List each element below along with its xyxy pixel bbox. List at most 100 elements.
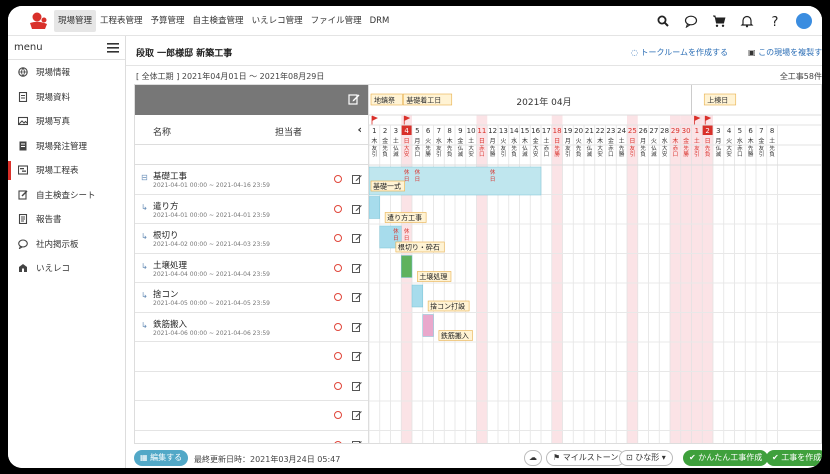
sidebar-item[interactable]: 現場資料 xyxy=(8,85,125,110)
task-rows: ⊟ 基礎工事 2021-04-01 00:00 ~ 2021-04-16 23:59… xyxy=(135,165,368,443)
edit-icon[interactable] xyxy=(352,204,362,214)
search-icon[interactable] xyxy=(656,14,670,28)
create-talkroom-link[interactable]: ◌ トークルームを作成する xyxy=(631,47,728,58)
nav-link[interactable]: ファイル管理 xyxy=(307,10,366,32)
task-bar[interactable] xyxy=(369,196,380,219)
sidebar-item-label: 自主検査シート xyxy=(36,190,96,201)
nav-icons: ? xyxy=(656,6,812,36)
holiday-column xyxy=(680,115,692,443)
edit-icon[interactable] xyxy=(352,174,362,184)
empty-row[interactable] xyxy=(135,342,368,372)
cloud-icon: ☁ xyxy=(529,453,537,462)
empty-row[interactable] xyxy=(135,401,368,431)
status-circle-icon[interactable] xyxy=(334,293,342,301)
child-indent-icon: ↳ xyxy=(141,232,148,241)
edit-icon[interactable] xyxy=(352,292,362,302)
rokuyo-label: 負 xyxy=(382,150,388,158)
sidebar-item[interactable]: 現場情報 xyxy=(8,60,125,85)
inspection-icon xyxy=(18,190,28,200)
nav-link[interactable]: 現場管理 xyxy=(54,10,97,32)
weekday-label: 月 xyxy=(565,138,571,145)
avatar[interactable] xyxy=(796,13,812,29)
edit-icon[interactable] xyxy=(352,322,362,332)
app-logo[interactable] xyxy=(28,11,50,31)
child-indent-icon: ↳ xyxy=(141,291,148,300)
status-circle-icon[interactable] xyxy=(334,352,342,360)
sidebar-item[interactable]: 現場工程表 xyxy=(8,158,125,183)
holiday-column xyxy=(401,115,412,443)
copy-site-link[interactable]: ▣ この現場を複製する xyxy=(748,47,822,58)
task-bar[interactable] xyxy=(422,314,434,337)
nav-link[interactable]: 予算管理 xyxy=(147,10,189,32)
template-button[interactable]: ⊡ ひな形 ▾ xyxy=(619,450,673,466)
status-circle-icon[interactable] xyxy=(334,175,342,183)
sidebar-item[interactable]: 現場写真 xyxy=(8,109,125,134)
rokuyo-label: 引 xyxy=(630,150,636,158)
edit-icon[interactable] xyxy=(352,351,362,361)
flag-icon: ⚑ xyxy=(553,453,561,462)
weekday-label: 木 xyxy=(447,137,453,145)
day-number: 10 xyxy=(467,127,476,135)
rokuyo-label: 仏 xyxy=(651,145,657,152)
chat-icon[interactable] xyxy=(684,14,698,28)
hamburger-icon[interactable] xyxy=(107,42,119,53)
edit-icon[interactable] xyxy=(348,93,360,105)
sidebar-item[interactable]: いえレコ xyxy=(8,256,125,281)
easy-create-button[interactable]: ✔ かんたん工事作成 xyxy=(683,450,769,466)
bell-icon[interactable] xyxy=(740,14,754,28)
milestone-label: 地鎮祭 xyxy=(374,96,395,105)
status-circle-icon[interactable] xyxy=(334,322,342,331)
table-row[interactable]: ↳ 土壌処理 2021-04-04 00:00 ~ 2021-04-04 23:59 xyxy=(135,254,368,283)
empty-row[interactable] xyxy=(135,372,368,401)
sidebar-item[interactable]: 報告書 xyxy=(8,207,125,232)
weekday-label: 金 xyxy=(533,137,539,145)
status-circle-icon[interactable] xyxy=(334,204,342,213)
table-row[interactable]: ↳ 鉄筋搬入 2021-04-06 00:00 ~ 2021-04-06 23:59 xyxy=(135,313,368,342)
nav-link[interactable]: 工程表管理 xyxy=(96,10,147,32)
weekday-label: 火 xyxy=(500,138,506,145)
flag-icon[interactable] xyxy=(371,115,378,125)
task-bar-label: 根切り・砕石 xyxy=(398,243,440,252)
table-row[interactable]: ⊟ 基礎工事 2021-04-01 00:00 ~ 2021-04-16 23:59 xyxy=(135,165,368,195)
edit-button[interactable]: ▦ 編集する xyxy=(134,450,189,466)
day-number: 2 xyxy=(705,127,709,135)
table-row[interactable]: ↳ 捨コン 2021-04-05 00:00 ~ 2021-04-05 23:59 xyxy=(135,283,368,313)
weekday-label: 月 xyxy=(490,138,496,145)
sidebar-title: menu xyxy=(14,42,43,53)
rokuyo-label: 勝 xyxy=(748,150,754,158)
milestone-button[interactable]: ⚑ マイルストーン xyxy=(546,450,626,466)
status-circle-icon[interactable] xyxy=(334,234,342,242)
collapse-icon[interactable]: ‹ xyxy=(357,123,362,136)
day-number: 5 xyxy=(738,127,742,135)
cloud-button[interactable]: ☁ xyxy=(524,450,542,466)
sidebar-item-label: 現場写真 xyxy=(36,117,71,128)
create-work-button[interactable]: ✔ 工事を作成 xyxy=(766,450,822,466)
weekday-label: 日 xyxy=(479,138,485,145)
task-name: 基礎工事 xyxy=(153,172,188,182)
order-icon xyxy=(19,141,27,151)
task-bar[interactable] xyxy=(411,284,423,308)
edit-icon[interactable] xyxy=(352,410,362,420)
status-circle-icon[interactable] xyxy=(334,263,342,272)
status-circle-icon[interactable] xyxy=(334,381,342,390)
nav-link[interactable]: DRM xyxy=(366,10,394,32)
task-dates: 2021-04-02 00:00 ~ 2021-04-03 23:59 xyxy=(153,241,270,248)
table-row[interactable]: ↳ 根切り 2021-04-02 00:00 ~ 2021-04-03 23:59 xyxy=(135,224,368,254)
assignee-column-header: 担当者 xyxy=(275,128,303,138)
cart-icon[interactable] xyxy=(712,14,726,28)
status-circle-icon[interactable] xyxy=(334,411,342,419)
sidebar-item[interactable]: 社内掲示板 xyxy=(8,232,125,257)
sidebar-item[interactable]: 現場発注管理 xyxy=(8,134,125,159)
edit-icon[interactable] xyxy=(352,233,362,243)
weekday-label: 木 xyxy=(748,137,754,145)
sidebar-item[interactable]: 自主検査シート xyxy=(8,183,125,208)
table-row[interactable]: ↳ 遣り方 2021-04-01 00:00 ~ 2021-04-01 23:59 xyxy=(135,195,368,224)
task-bar[interactable] xyxy=(401,255,413,278)
collapse-icon[interactable]: ⊟ xyxy=(141,173,148,182)
edit-icon[interactable] xyxy=(352,263,362,273)
empty-row[interactable] xyxy=(135,431,368,443)
edit-icon[interactable] xyxy=(352,381,362,391)
help-icon[interactable]: ? xyxy=(768,14,782,28)
nav-link[interactable]: いえレコ管理 xyxy=(248,10,307,32)
nav-link[interactable]: 自主検査管理 xyxy=(189,10,248,32)
